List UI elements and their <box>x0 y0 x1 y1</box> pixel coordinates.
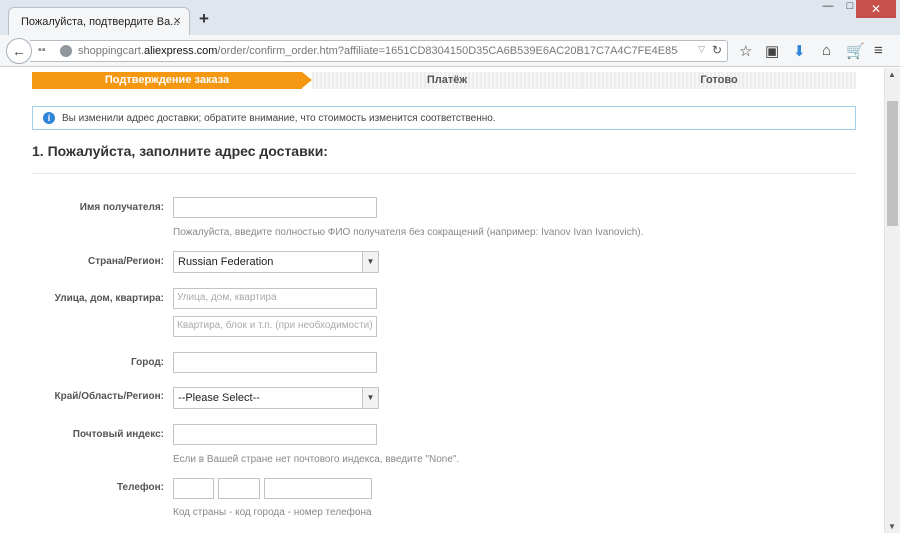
recipient-hint: Пожалуйста, введите полностью ФИО получа… <box>173 227 644 238</box>
step-confirm-order: Подтверждение заказа <box>32 72 302 89</box>
region-value: --Please Select-- <box>178 392 260 404</box>
region-select[interactable]: --Please Select-- ▼ <box>173 387 379 409</box>
tab-close-icon[interactable]: × <box>173 13 181 28</box>
region-label: Край/Область/Регион: <box>54 391 164 402</box>
page-content: Подтверждение заказа Платёж Готово i Вы … <box>0 68 884 533</box>
url-text[interactable]: shoppingcart.aliexpress.com/order/confir… <box>78 45 678 57</box>
chevron-down-icon[interactable]: ▼ <box>362 388 378 408</box>
zip-input[interactable] <box>173 424 377 445</box>
zip-hint: Если в Вашей стране нет почтового индекс… <box>173 454 460 465</box>
vertical-scrollbar[interactable]: ▲ ▼ <box>884 68 900 533</box>
new-tab-button[interactable]: + <box>199 9 209 29</box>
browser-navbar: ▪▪ shoppingcart.aliexpress.com/order/con… <box>0 35 900 67</box>
country-value: Russian Federation <box>178 256 274 268</box>
scroll-down-icon[interactable]: ▼ <box>888 522 896 531</box>
url-bar[interactable]: ▪▪ shoppingcart.aliexpress.com/order/con… <box>30 40 728 62</box>
menu-icon[interactable]: ≡ <box>874 42 883 59</box>
address-change-notice: i Вы изменили адрес доставки; обратите в… <box>32 106 856 130</box>
cart-icon[interactable]: 🛒 <box>846 42 865 60</box>
apartment-input[interactable]: Квартира, блок и т.п. (при необходимости… <box>173 316 377 337</box>
tab-title: Пожалуйста, подтвердите Ва... <box>21 16 180 28</box>
phone-country-code-input[interactable] <box>173 478 214 499</box>
step-arrow <box>302 72 312 88</box>
phone-label: Телефон: <box>116 482 164 493</box>
url-dropdown-icon[interactable]: ▽ <box>698 44 705 55</box>
recipient-name-input[interactable] <box>173 197 377 218</box>
city-label: Город: <box>130 357 164 368</box>
scroll-up-icon[interactable]: ▲ <box>888 70 896 79</box>
checkout-steps: Подтверждение заказа Платёж Готово <box>32 72 856 89</box>
download-icon[interactable]: ⬇ <box>793 42 806 60</box>
divider <box>32 173 856 174</box>
star-icon[interactable]: ☆ <box>739 42 752 60</box>
reader-icon[interactable]: ▣ <box>765 42 779 60</box>
home-icon[interactable]: ⌂ <box>822 42 831 59</box>
page-title: 1. Пожалуйста, заполните адрес доставки: <box>32 143 328 159</box>
city-input[interactable] <box>173 352 377 373</box>
country-select[interactable]: Russian Federation ▼ <box>173 251 379 273</box>
phone-area-code-input[interactable] <box>218 478 260 499</box>
minimize-button[interactable]: — <box>818 0 838 14</box>
browser-titlebar: Пожалуйста, подтвердите Ва... × + — □ ✕ <box>0 0 900 35</box>
step-payment: Платёж <box>312 72 582 89</box>
recipient-label: Имя получателя: <box>79 202 164 213</box>
street-label: Улица, дом, квартира: <box>54 293 164 304</box>
browser-tab[interactable]: Пожалуйста, подтвердите Ва... × <box>8 7 190 35</box>
scroll-thumb[interactable] <box>887 101 898 226</box>
notice-text: Вы изменили адрес доставки; обратите вни… <box>62 113 496 124</box>
close-window-button[interactable]: ✕ <box>856 0 896 18</box>
back-button[interactable]: ← <box>6 38 32 64</box>
phone-number-input[interactable] <box>264 478 372 499</box>
step-done: Готово <box>582 72 856 89</box>
tabs-grid-icon[interactable]: ▪▪ <box>38 44 46 56</box>
reload-icon[interactable]: ↻ <box>712 43 722 57</box>
country-label: Страна/Регион: <box>88 256 164 267</box>
chevron-down-icon[interactable]: ▼ <box>362 252 378 272</box>
phone-hint: Код страны - код города - номер телефона <box>173 507 372 518</box>
globe-icon <box>60 45 72 57</box>
street-input[interactable]: Улица, дом, квартира <box>173 288 377 309</box>
zip-label: Почтовый индекс: <box>72 429 164 440</box>
info-icon: i <box>43 112 55 124</box>
